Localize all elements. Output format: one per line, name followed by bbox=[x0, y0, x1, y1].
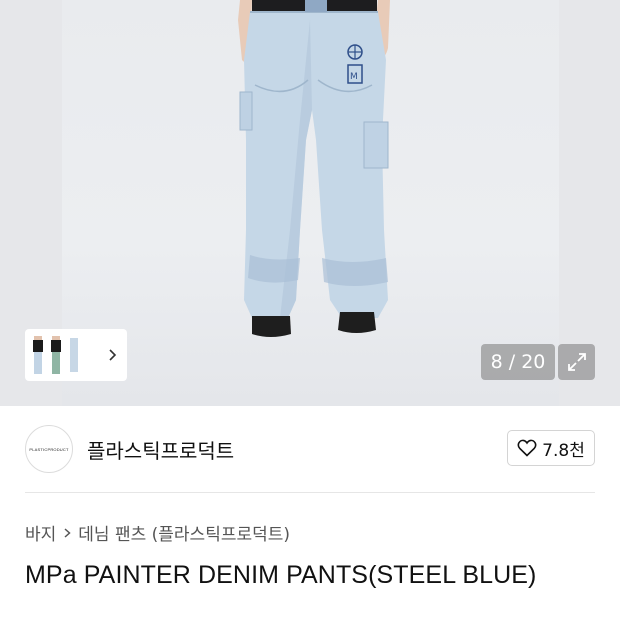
thumbnail-strip[interactable] bbox=[25, 329, 127, 381]
svg-text:M: M bbox=[350, 72, 358, 82]
brand-logo-text: PLASTICPRODUCT bbox=[29, 446, 69, 452]
breadcrumb-level1[interactable]: 바지 bbox=[25, 520, 56, 545]
product-image-gallery[interactable]: M 8 / 20 bbox=[0, 0, 620, 406]
divider bbox=[25, 492, 595, 493]
like-count: 7.8천 bbox=[542, 440, 585, 461]
like-button[interactable]: 7.8천 bbox=[507, 430, 595, 466]
expand-button[interactable] bbox=[558, 344, 595, 380]
thumbnail-1[interactable] bbox=[31, 334, 45, 376]
brand-name[interactable]: 플라스틱프로덕트 bbox=[87, 435, 234, 464]
chevron-right-icon bbox=[64, 527, 71, 538]
thumbnail-2[interactable] bbox=[49, 334, 63, 376]
heart-icon bbox=[517, 439, 537, 457]
brand-logo[interactable]: PLASTICPRODUCT bbox=[25, 425, 73, 473]
chevron-right-icon[interactable] bbox=[107, 348, 117, 362]
thumbnail-3[interactable] bbox=[67, 334, 81, 376]
expand-icon bbox=[567, 353, 586, 371]
breadcrumb: 바지 데님 팬츠 (플라스틱프로덕트) bbox=[25, 520, 290, 545]
breadcrumb-level2[interactable]: 데님 팬츠 (플라스틱프로덕트) bbox=[78, 520, 290, 545]
image-counter: 8 / 20 bbox=[481, 344, 555, 380]
product-title: MPa PAINTER DENIM PANTS(STEEL BLUE) bbox=[25, 561, 537, 589]
